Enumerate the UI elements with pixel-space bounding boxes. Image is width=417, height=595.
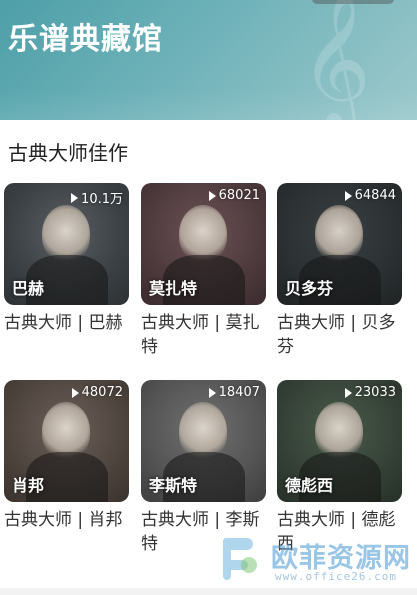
album-cover[interactable]: 18407 李斯特 bbox=[141, 380, 266, 502]
cover-name: 肖邦 bbox=[12, 476, 45, 495]
album-caption[interactable]: 古典大师 | 肖邦 bbox=[4, 508, 129, 532]
album-caption[interactable]: 古典大师 | 巴赫 bbox=[4, 311, 129, 335]
play-icon bbox=[208, 190, 216, 201]
play-count-value: 18407 bbox=[218, 385, 260, 400]
page-title: 乐谱典藏馆 bbox=[8, 22, 163, 57]
section-title: 古典大师佳作 bbox=[8, 141, 128, 165]
office26-logo-icon bbox=[222, 538, 257, 580]
play-count-value: 68021 bbox=[218, 188, 260, 203]
album-card-debussy[interactable]: 23033 德彪西 古典大师 | 德彪西 bbox=[277, 380, 402, 556]
play-icon bbox=[71, 387, 79, 398]
play-count: 48072 bbox=[71, 385, 123, 400]
album-card-bach[interactable]: 10.1万 巴赫 古典大师 | 巴赫 bbox=[4, 183, 129, 335]
play-icon bbox=[344, 387, 352, 398]
banner-decoration-lines bbox=[0, 90, 417, 120]
album-card-mozart[interactable]: 68021 莫扎特 古典大师 | 莫扎特 bbox=[141, 183, 266, 359]
play-icon bbox=[344, 190, 352, 201]
play-icon bbox=[208, 387, 216, 398]
watermark: 欧菲资源网 www.office26.com bbox=[215, 532, 415, 592]
album-cover[interactable]: 64844 贝多芬 bbox=[277, 183, 402, 305]
header-banner: 𝄞 乐谱典藏馆 bbox=[0, 0, 417, 120]
album-cover[interactable]: 68021 莫扎特 bbox=[141, 183, 266, 305]
banner-decoration-bar bbox=[312, 0, 394, 4]
play-count-value: 10.1万 bbox=[81, 192, 123, 207]
play-count-value: 48072 bbox=[81, 385, 123, 400]
cover-name: 李斯特 bbox=[149, 476, 198, 495]
play-count: 64844 bbox=[344, 188, 396, 203]
album-card-beethoven[interactable]: 64844 贝多芬 古典大师 | 贝多芬 bbox=[277, 183, 402, 359]
cover-name: 贝多芬 bbox=[285, 279, 334, 298]
play-count: 23033 bbox=[344, 385, 396, 400]
play-count: 10.1万 bbox=[71, 188, 123, 207]
album-cover[interactable]: 23033 德彪西 bbox=[277, 380, 402, 502]
cover-name: 巴赫 bbox=[12, 279, 45, 298]
cover-name: 德彪西 bbox=[285, 476, 334, 495]
album-card-liszt[interactable]: 18407 李斯特 古典大师 | 李斯特 bbox=[141, 380, 266, 556]
album-card-chopin[interactable]: 48072 肖邦 古典大师 | 肖邦 bbox=[4, 380, 129, 532]
album-cover[interactable]: 48072 肖邦 bbox=[4, 380, 129, 502]
play-icon bbox=[71, 192, 79, 203]
play-count-value: 64844 bbox=[354, 188, 396, 203]
album-cover[interactable]: 10.1万 巴赫 bbox=[4, 183, 129, 305]
play-count-value: 23033 bbox=[354, 385, 396, 400]
cover-name: 莫扎特 bbox=[149, 279, 198, 298]
play-count: 18407 bbox=[208, 385, 260, 400]
bottom-divider bbox=[0, 588, 417, 595]
watermark-url: www.office26.com bbox=[275, 570, 397, 583]
album-caption[interactable]: 古典大师 | 莫扎特 bbox=[141, 311, 266, 359]
play-count: 68021 bbox=[208, 188, 260, 203]
album-caption[interactable]: 古典大师 | 贝多芬 bbox=[277, 311, 402, 359]
